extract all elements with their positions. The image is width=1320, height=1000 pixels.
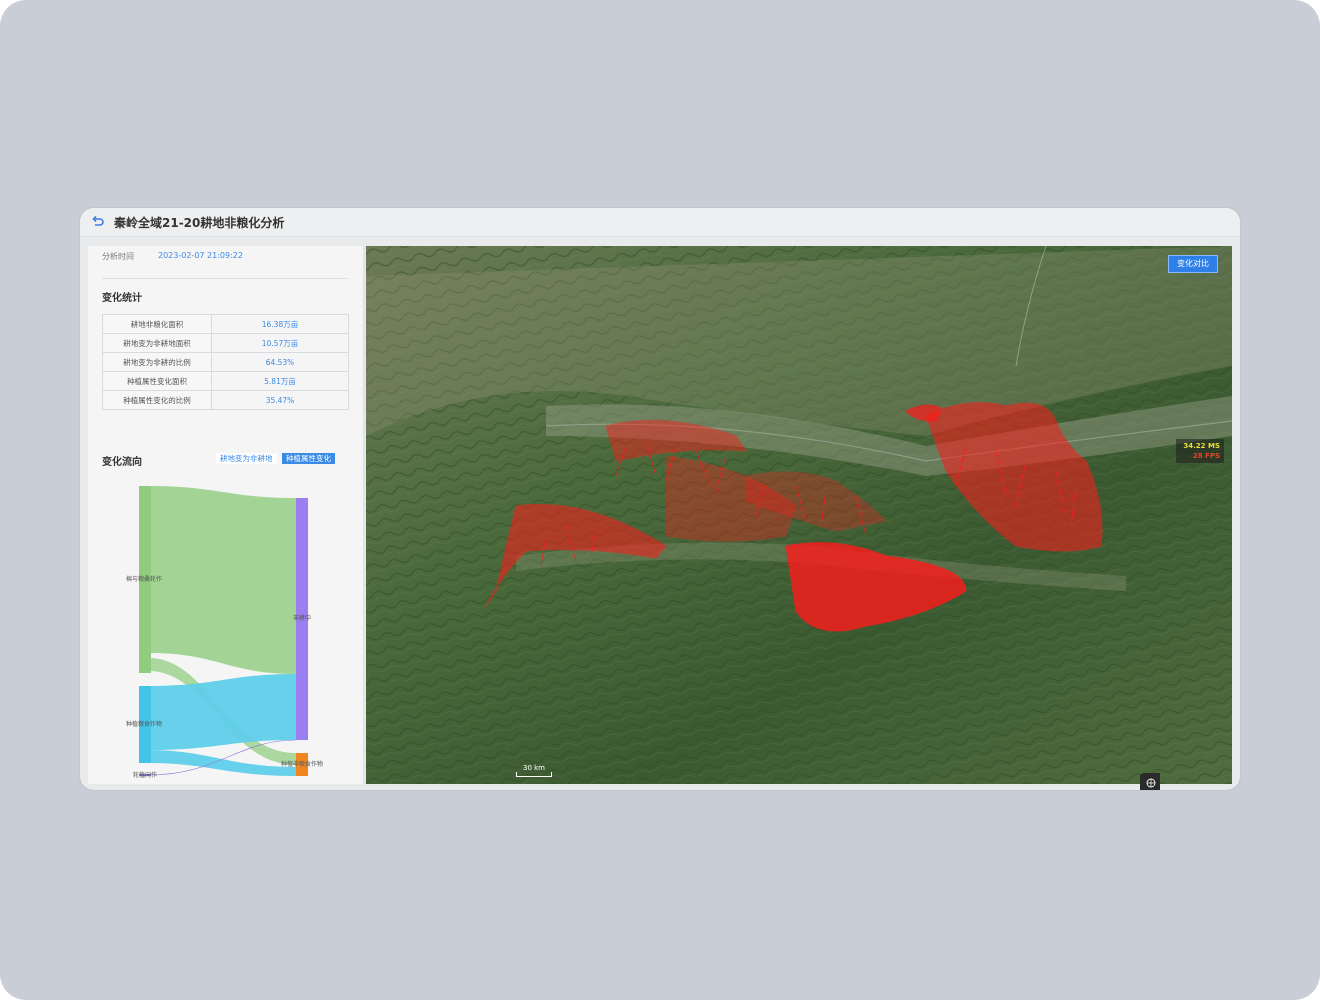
perf-fps: 28 FPS: [1192, 452, 1220, 460]
table-row: 耕地非粮化面积 16.38万亩: [102, 314, 349, 334]
sankey-label-left-2: 种植粮食作物: [126, 720, 162, 728]
sankey-flow: [149, 486, 296, 674]
scale-label: 30 km: [522, 764, 545, 772]
title-bar: 秦岭全域21-20耕地非粮化分析: [80, 208, 1240, 237]
analysis-panel: 分析时间 2023-02-07 21:09:22 变化统计 耕地非粮化面积 16…: [88, 246, 365, 784]
stat-label: 耕地非粮化面积: [102, 314, 212, 334]
tab-farmland-to-nonfarmland[interactable]: 耕地变为非耕地: [216, 453, 277, 464]
back-arrow-icon[interactable]: [90, 215, 104, 229]
stat-value: 35.47%: [211, 390, 349, 410]
sankey-label-right-1: 非耕中: [293, 614, 311, 622]
panel-divider: [102, 278, 348, 279]
stat-value: 5.81万亩: [211, 371, 349, 391]
globe-icon[interactable]: [1140, 773, 1160, 790]
sankey-label-left-3: 轮植闲作: [133, 771, 157, 779]
scale-line: [516, 772, 552, 777]
flow-section-title: 变化流向: [102, 457, 142, 468]
analysis-time-value: 2023-02-07 21:09:22: [158, 251, 243, 260]
satellite-map[interactable]: 变化对比 34.22 MS 28 FPS 30 km: [366, 246, 1232, 784]
analysis-time-label: 分析时间: [102, 252, 134, 261]
stat-label: 种植属性变化的比例: [102, 390, 212, 410]
stat-label: 耕地变为非耕的比例: [102, 352, 212, 372]
compare-button[interactable]: 变化对比: [1168, 255, 1218, 273]
table-row: 种植属性变化面积 5.81万亩: [102, 371, 349, 391]
stat-value: 64.53%: [211, 352, 349, 372]
sankey-diagram: 棉与粮桑轮作 种植粮食作物 轮植闲作 非耕中 种植非粮食作物: [126, 486, 323, 779]
table-row: 耕地变为非耕的比例 64.53%: [102, 352, 349, 372]
sankey-label-right-2: 种植非粮食作物: [281, 760, 323, 768]
sankey-label-left-1: 棉与粮桑轮作: [126, 575, 162, 583]
stat-label: 耕地变为非耕地面积: [102, 333, 212, 353]
performance-overlay: 34.22 MS 28 FPS: [1176, 439, 1224, 463]
app-window: 秦岭全域21-20耕地非粮化分析 分析时间 2023-02-07 21:09:2…: [80, 208, 1240, 790]
stat-label: 种植属性变化面积: [102, 371, 212, 391]
stats-section-title: 变化统计: [102, 293, 142, 304]
tab-planting-attribute-change[interactable]: 种植属性变化: [282, 453, 335, 464]
page-title: 秦岭全域21-20耕地非粮化分析: [114, 216, 285, 230]
sankey-flow: [149, 674, 296, 750]
stats-table: 耕地非粮化面积 16.38万亩 耕地变为非耕地面积 10.57万亩 耕地变为非耕…: [102, 314, 349, 410]
table-row: 耕地变为非耕地面积 10.57万亩: [102, 333, 349, 353]
stat-value: 10.57万亩: [211, 333, 349, 353]
stat-value: 16.38万亩: [211, 314, 349, 334]
scale-bar: 30 km: [516, 764, 552, 777]
perf-ms: 34.22 MS: [1183, 442, 1220, 450]
table-row: 种植属性变化的比例 35.47%: [102, 390, 349, 410]
map-terrain: [366, 246, 1232, 784]
